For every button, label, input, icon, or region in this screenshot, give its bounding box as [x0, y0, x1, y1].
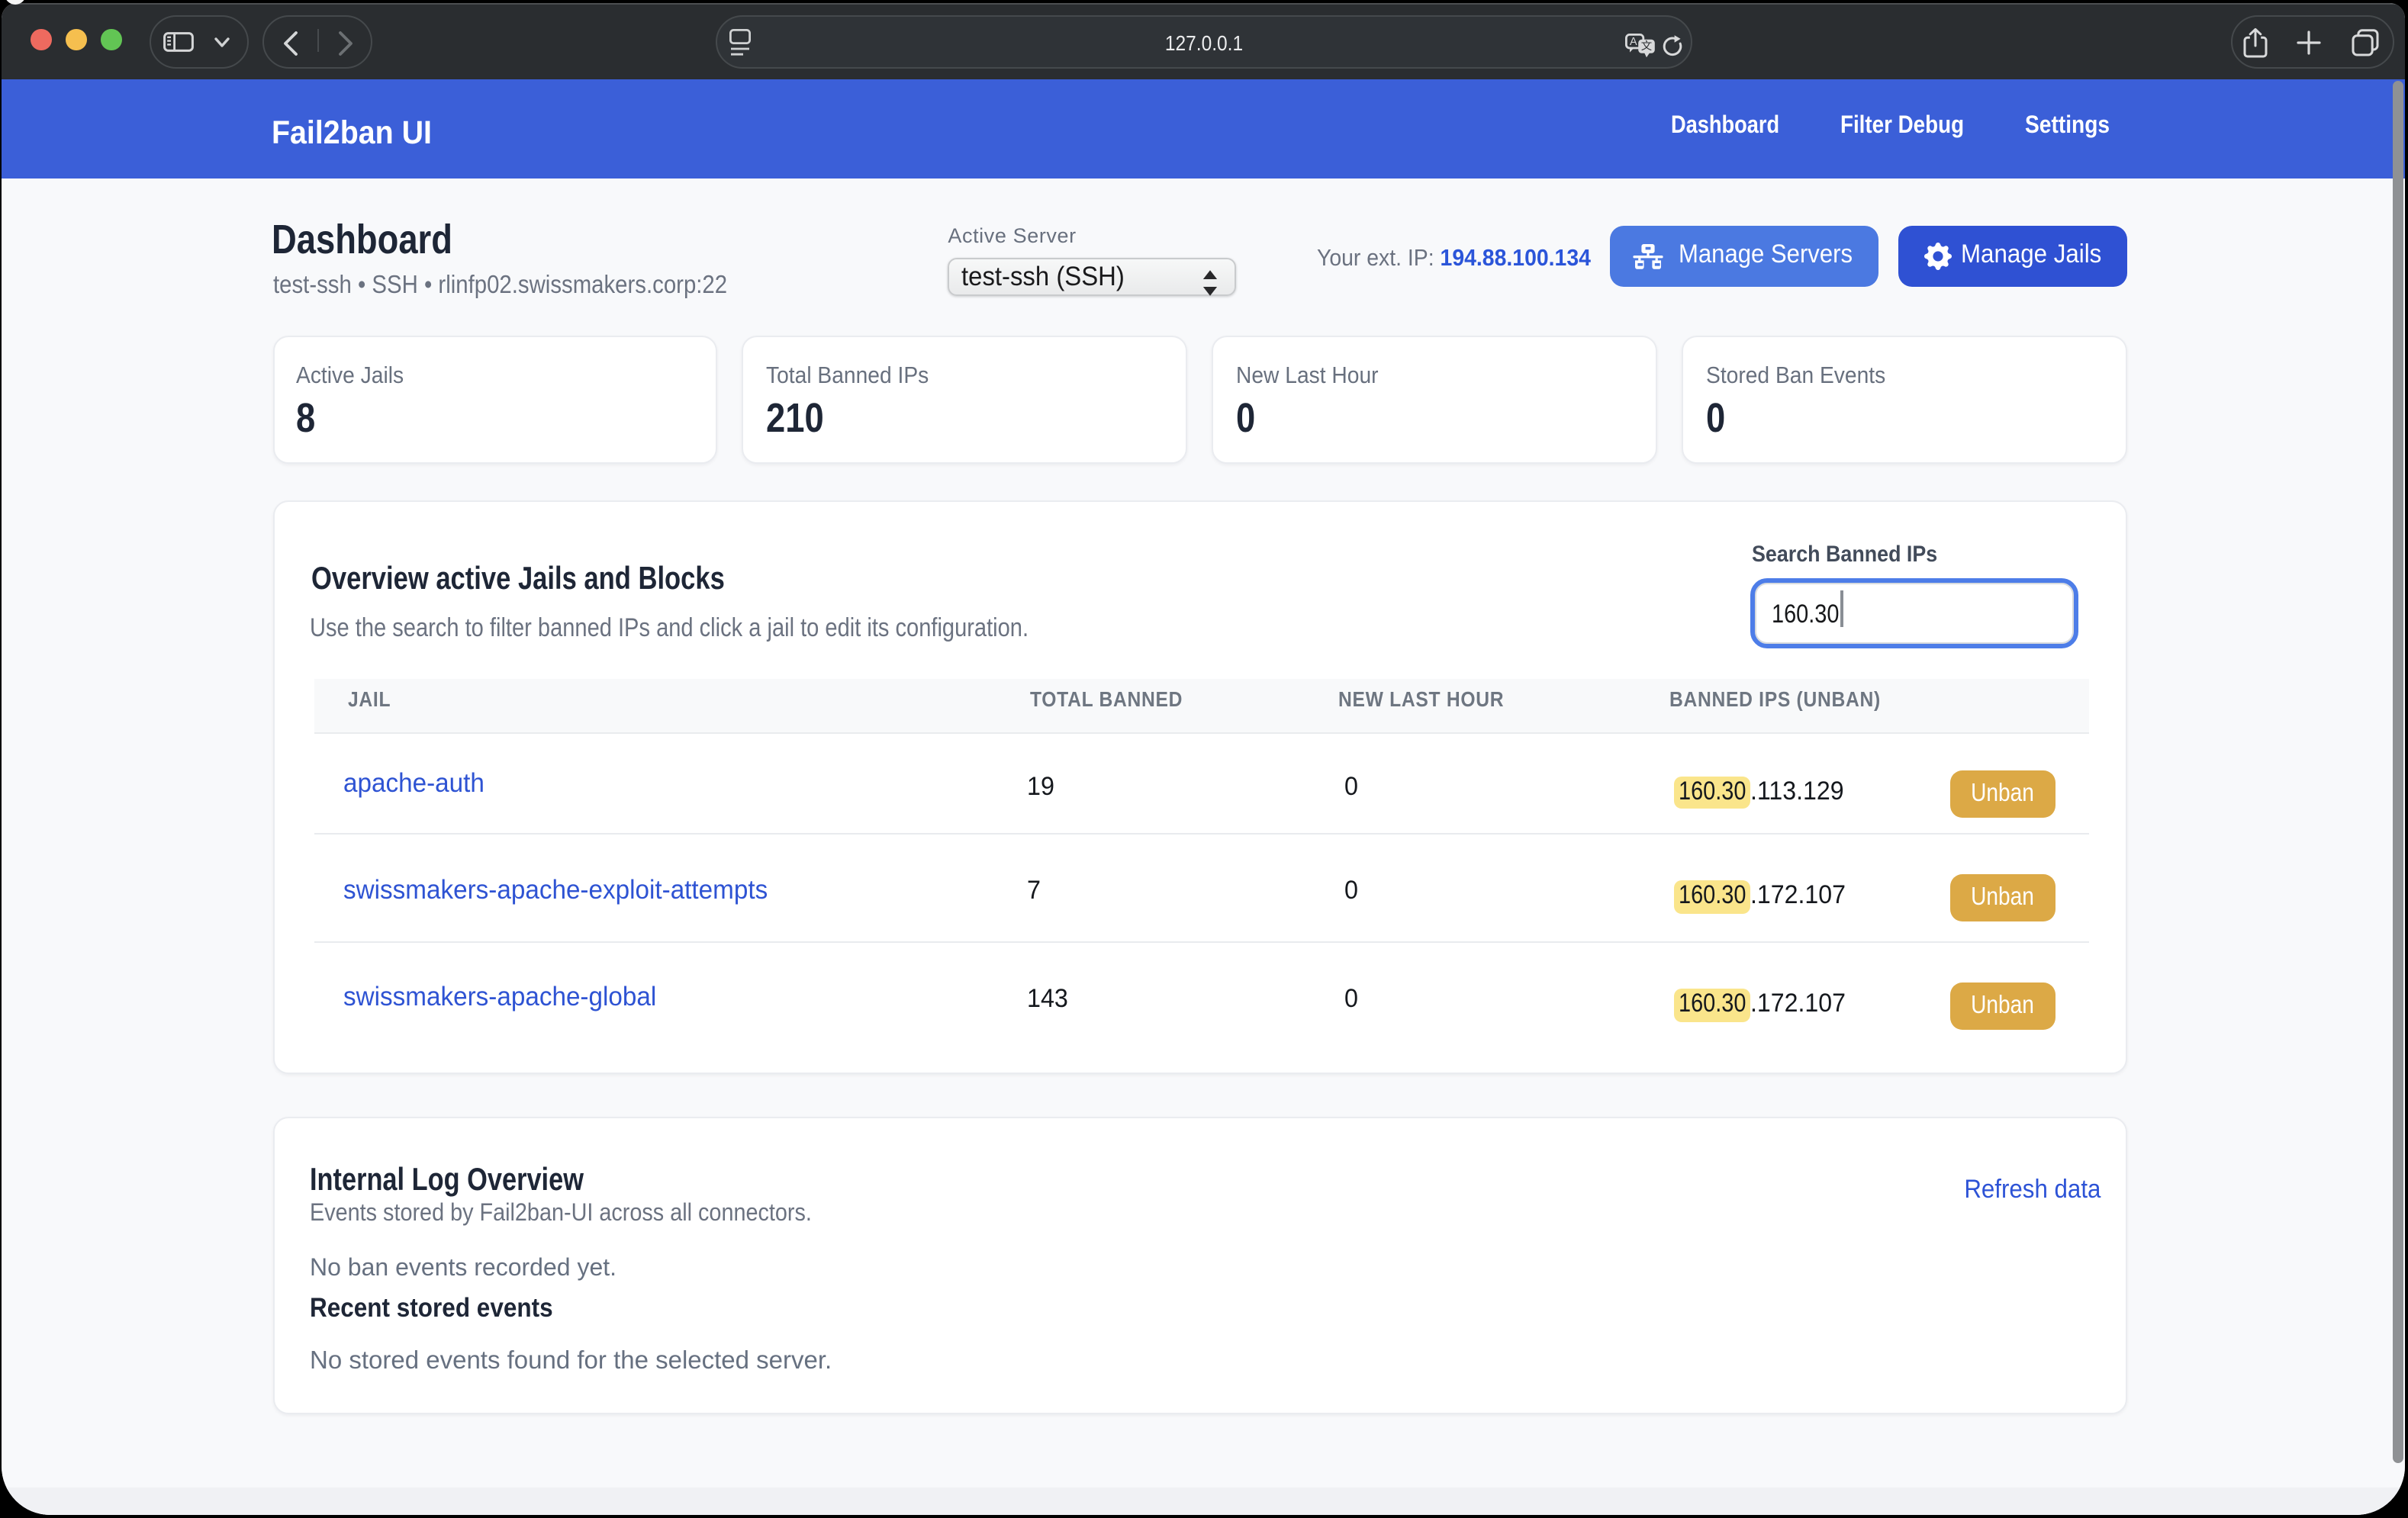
svg-text:文: 文 [1640, 39, 1651, 52]
svg-text:A: A [1629, 35, 1637, 47]
